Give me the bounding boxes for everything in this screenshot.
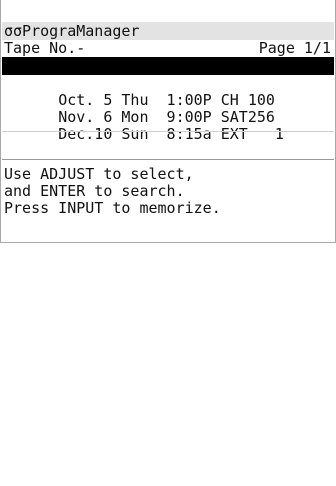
program-manager-screen: σσPrograManager Tape No.- Page 1/1 Sep. … (0, 0, 336, 243)
program-date: Dec.10 Sun (58, 125, 149, 143)
program-row[interactable]: Dec.10 Sun 8:15a EXT 1 (4, 109, 284, 143)
program-row[interactable]: Oct. 5 Thu 1:00P CH 100 (4, 75, 275, 109)
screen-title: σσPrograManager (4, 23, 140, 40)
instruction-line: Press INPUT to memorize. (4, 200, 221, 217)
program-time: 8:15a (157, 125, 212, 143)
instruction-line: and ENTER to search. (4, 183, 185, 200)
page-indicator: Page 1/1 (258, 40, 331, 57)
program-channel: EXT 1 (220, 125, 284, 143)
program-list: Sep. 2 Sat 10:00a CH 2 Oct. 5 Thu 1:00P … (1, 75, 335, 324)
instruction-line: Use ADJUST to select, (4, 166, 194, 183)
program-row[interactable]: Sep. 2 Sat 10:00a CH 2 (4, 58, 284, 92)
instruction-divider (2, 159, 334, 160)
program-row[interactable]: Nov. 6 Mon 9:00P SAT256 (4, 92, 275, 126)
list-bottom-rule (2, 131, 334, 132)
